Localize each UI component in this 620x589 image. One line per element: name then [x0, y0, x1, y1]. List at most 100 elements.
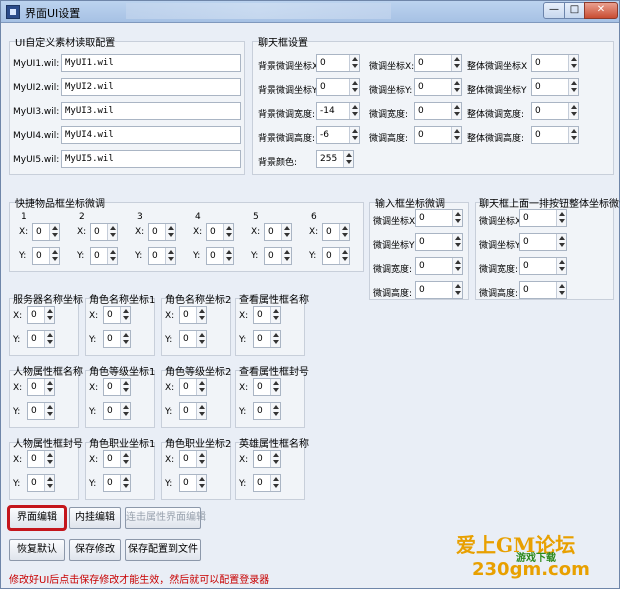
role-level-2-x-spinner[interactable]: 0 [179, 378, 207, 396]
slot4-y-spinner[interactable]: 0 [206, 247, 234, 265]
char-attr-name-x-spinner[interactable]: 0 [27, 378, 55, 396]
server-name-y-spinner[interactable]: 0 [27, 330, 55, 348]
spinner-arrows-icon[interactable] [107, 224, 117, 240]
spinner-arrows-icon[interactable] [196, 379, 206, 395]
spinner-arrows-icon[interactable] [270, 475, 280, 491]
slot2-y-spinner[interactable]: 0 [90, 247, 118, 265]
spinner-arrows-icon[interactable] [270, 379, 280, 395]
slot5-x-spinner[interactable]: 0 [264, 223, 292, 241]
spinner-arrows-icon[interactable] [349, 55, 359, 71]
spinner-arrows-icon[interactable] [568, 79, 578, 95]
spinner-arrows-icon[interactable] [270, 403, 280, 419]
spinner-arrows-icon[interactable] [556, 282, 566, 298]
role-name-1-y-spinner[interactable]: 0 [103, 330, 131, 348]
spinner-arrows-icon[interactable] [44, 403, 54, 419]
maximize-button[interactable]: □ [564, 2, 585, 19]
restore-default-button[interactable]: 恢复默认 [9, 539, 65, 561]
chatbtn-y-spinner[interactable]: 0 [519, 233, 567, 251]
spinner-arrows-icon[interactable] [339, 224, 349, 240]
spinner-arrows-icon[interactable] [452, 234, 462, 250]
char-attr-title-y-spinner[interactable]: 0 [27, 474, 55, 492]
spinner-arrows-icon[interactable] [270, 307, 280, 323]
chatbtn-width-spinner[interactable]: 0 [519, 257, 567, 275]
input-width-spinner[interactable]: 0 [415, 257, 463, 275]
spinner-arrows-icon[interactable] [120, 379, 130, 395]
chat-bg-height-spinner[interactable]: -6 [316, 126, 360, 144]
role-job-2-x-spinner[interactable]: 0 [179, 450, 207, 468]
view-attr-title-x-spinner[interactable]: 0 [253, 378, 281, 396]
spinner-arrows-icon[interactable] [568, 127, 578, 143]
role-job-1-x-spinner[interactable]: 0 [103, 450, 131, 468]
spinner-arrows-icon[interactable] [196, 403, 206, 419]
role-level-1-x-spinner[interactable]: 0 [103, 378, 131, 396]
ui-edit-button[interactable]: 界面编辑 [7, 505, 67, 531]
myui2-input[interactable]: MyUI2.wil [61, 78, 241, 96]
role-name-2-x-spinner[interactable]: 0 [179, 306, 207, 324]
role-level-2-y-spinner[interactable]: 0 [179, 402, 207, 420]
spinner-arrows-icon[interactable] [281, 224, 291, 240]
slot5-y-spinner[interactable]: 0 [264, 247, 292, 265]
close-button[interactable]: ✕ [584, 2, 618, 19]
hook-edit-button[interactable]: 内挂编辑 [69, 507, 121, 529]
title-bar[interactable]: 界面UI设置 — □ ✕ [1, 1, 619, 23]
spinner-arrows-icon[interactable] [165, 248, 175, 264]
slot3-x-spinner[interactable]: 0 [148, 223, 176, 241]
slot3-y-spinner[interactable]: 0 [148, 247, 176, 265]
chat-bg-y-spinner[interactable]: 0 [316, 78, 360, 96]
role-level-1-y-spinner[interactable]: 0 [103, 402, 131, 420]
spinner-arrows-icon[interactable] [196, 307, 206, 323]
spinner-arrows-icon[interactable] [107, 248, 117, 264]
hero-attr-name-y-spinner[interactable]: 0 [253, 474, 281, 492]
chat-bg-color-spinner[interactable]: 255 [316, 150, 354, 168]
chat-all-height-spinner[interactable]: 0 [531, 126, 579, 144]
chatbtn-x-spinner[interactable]: 0 [519, 209, 567, 227]
view-attr-title-y-spinner[interactable]: 0 [253, 402, 281, 420]
spinner-arrows-icon[interactable] [223, 248, 233, 264]
spinner-arrows-icon[interactable] [44, 379, 54, 395]
spinner-arrows-icon[interactable] [452, 210, 462, 226]
chat-height-spinner[interactable]: 0 [414, 126, 462, 144]
spinner-arrows-icon[interactable] [281, 248, 291, 264]
server-name-x-spinner[interactable]: 0 [27, 306, 55, 324]
spinner-arrows-icon[interactable] [349, 79, 359, 95]
save-to-file-button[interactable]: 保存配置到文件 [125, 539, 201, 561]
spinner-arrows-icon[interactable] [339, 248, 349, 264]
spinner-arrows-icon[interactable] [349, 127, 359, 143]
spinner-arrows-icon[interactable] [556, 258, 566, 274]
chatbtn-height-spinner[interactable]: 0 [519, 281, 567, 299]
spinner-arrows-icon[interactable] [120, 307, 130, 323]
spinner-arrows-icon[interactable] [44, 331, 54, 347]
role-name-1-x-spinner[interactable]: 0 [103, 306, 131, 324]
spinner-arrows-icon[interactable] [451, 55, 461, 71]
role-job-2-y-spinner[interactable]: 0 [179, 474, 207, 492]
hero-attr-name-x-spinner[interactable]: 0 [253, 450, 281, 468]
spinner-arrows-icon[interactable] [349, 103, 359, 119]
spinner-arrows-icon[interactable] [165, 224, 175, 240]
spinner-arrows-icon[interactable] [44, 451, 54, 467]
combo-attr-edit-button[interactable]: 连击属性界面编辑 [125, 507, 206, 529]
spinner-arrows-icon[interactable] [196, 331, 206, 347]
chat-width-spinner[interactable]: 0 [414, 102, 462, 120]
myui1-input[interactable]: MyUI1.wil [61, 54, 241, 72]
slot1-x-spinner[interactable]: 0 [32, 223, 60, 241]
role-job-1-y-spinner[interactable]: 0 [103, 474, 131, 492]
slot4-x-spinner[interactable]: 0 [206, 223, 234, 241]
view-attr-name-x-spinner[interactable]: 0 [253, 306, 281, 324]
spinner-arrows-icon[interactable] [270, 451, 280, 467]
spinner-arrows-icon[interactable] [452, 258, 462, 274]
slot6-y-spinner[interactable]: 0 [322, 247, 350, 265]
spinner-arrows-icon[interactable] [343, 151, 353, 167]
chat-all-width-spinner[interactable]: 0 [531, 102, 579, 120]
chat-y-spinner[interactable]: 0 [414, 78, 462, 96]
spinner-arrows-icon[interactable] [49, 248, 59, 264]
chat-x-spinner[interactable]: 0 [414, 54, 462, 72]
myui3-input[interactable]: MyUI3.wil [61, 102, 241, 120]
char-attr-name-y-spinner[interactable]: 0 [27, 402, 55, 420]
spinner-arrows-icon[interactable] [44, 307, 54, 323]
input-y-spinner[interactable]: 0 [415, 233, 463, 251]
spinner-arrows-icon[interactable] [556, 210, 566, 226]
slot6-x-spinner[interactable]: 0 [322, 223, 350, 241]
spinner-arrows-icon[interactable] [120, 451, 130, 467]
spinner-arrows-icon[interactable] [223, 224, 233, 240]
spinner-arrows-icon[interactable] [451, 79, 461, 95]
